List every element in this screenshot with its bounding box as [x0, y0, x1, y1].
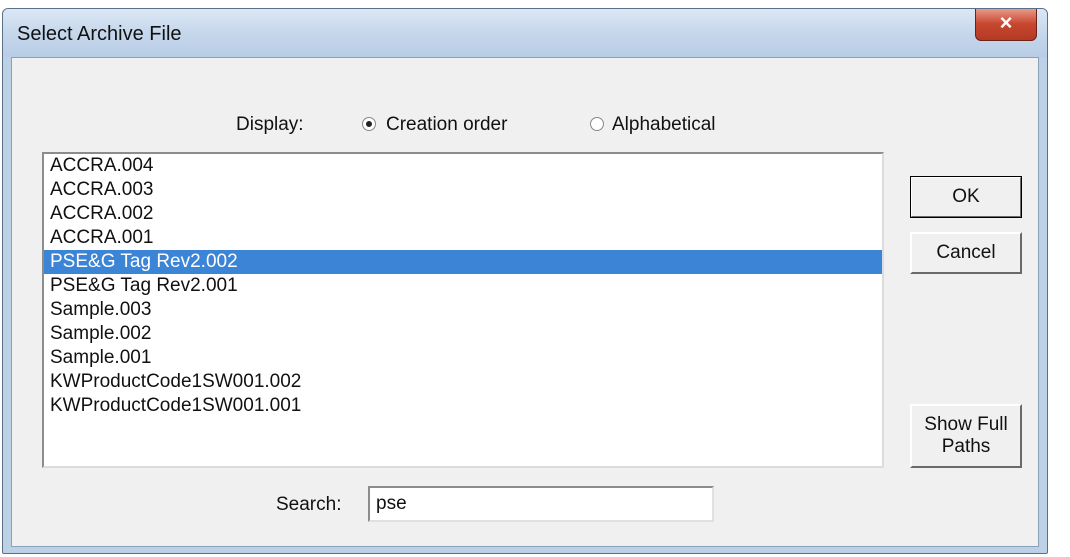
list-item[interactable]: Sample.003: [44, 298, 882, 322]
show-full-paths-label-line1: Show Full: [924, 414, 1008, 435]
search-label: Search:: [276, 494, 342, 515]
close-button[interactable]: ×: [975, 9, 1037, 41]
list-item[interactable]: ACCRA.001: [44, 226, 882, 250]
cancel-button[interactable]: Cancel: [910, 232, 1022, 274]
list-item[interactable]: ACCRA.003: [44, 178, 882, 202]
list-item[interactable]: ACCRA.002: [44, 202, 882, 226]
show-full-paths-button[interactable]: Show Full Paths: [910, 404, 1022, 468]
list-item-selected[interactable]: PSE&G Tag Rev2.002: [44, 250, 882, 274]
list-item[interactable]: KWProductCode1SW001.001: [44, 394, 882, 418]
list-item[interactable]: Sample.002: [44, 322, 882, 346]
archive-file-list[interactable]: ACCRA.004 ACCRA.003 ACCRA.002 ACCRA.001 …: [42, 152, 884, 468]
list-item[interactable]: KWProductCode1SW001.002: [44, 370, 882, 394]
dialog-window: Select Archive File × Display: Creation …: [2, 8, 1048, 554]
title-bar[interactable]: Select Archive File ×: [3, 9, 1047, 57]
search-input[interactable]: [368, 486, 714, 522]
list-item[interactable]: ACCRA.004: [44, 154, 882, 178]
alphabetical-label[interactable]: Alphabetical: [612, 114, 716, 136]
dialog-body: Display: Creation order Alphabetical ACC…: [11, 57, 1039, 547]
ok-button[interactable]: OK: [910, 176, 1022, 218]
cancel-button-label: Cancel: [936, 242, 996, 263]
close-icon: ×: [999, 10, 1013, 35]
creation-order-radio[interactable]: [362, 117, 376, 131]
display-label: Display:: [236, 114, 304, 135]
ok-button-label: OK: [952, 186, 980, 207]
list-item[interactable]: PSE&G Tag Rev2.001: [44, 274, 882, 298]
list-item[interactable]: Sample.001: [44, 346, 882, 370]
dialog-title: Select Archive File: [17, 23, 182, 45]
show-full-paths-label-line2: Paths: [941, 436, 991, 457]
creation-order-label[interactable]: Creation order: [386, 114, 507, 136]
alphabetical-radio[interactable]: [590, 117, 604, 131]
